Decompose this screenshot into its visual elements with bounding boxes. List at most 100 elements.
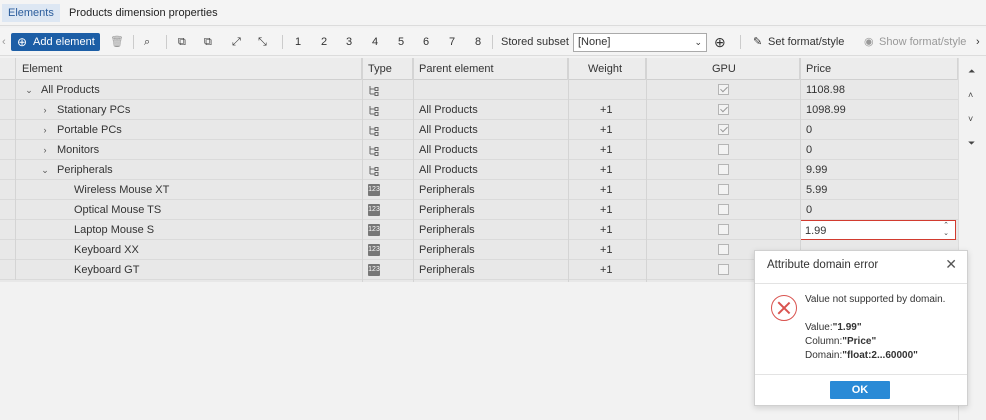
close-icon[interactable]: ✕ xyxy=(945,256,957,273)
price-cell[interactable]: 0 xyxy=(806,200,812,220)
level-1-button[interactable]: 1 xyxy=(292,28,304,56)
level-6-button[interactable]: 6 xyxy=(420,28,432,56)
element-name-cell[interactable]: Monitors xyxy=(57,140,99,160)
price-cell[interactable]: 9.99 xyxy=(806,160,827,180)
element-name-cell[interactable]: Optical Mouse TS xyxy=(74,200,161,220)
weight-cell[interactable]: +1 xyxy=(600,140,613,160)
price-cell[interactable]: 1108.98 xyxy=(806,80,845,100)
parent-element-cell[interactable]: Peripherals xyxy=(419,220,475,240)
gpu-checkbox[interactable] xyxy=(718,264,729,275)
gpu-checkbox[interactable] xyxy=(718,84,729,95)
last-row-icon[interactable]: ⏷ xyxy=(968,138,975,149)
weight-cell[interactable]: +1 xyxy=(600,260,613,280)
search-icon[interactable]: ⌕ xyxy=(144,28,150,56)
element-name-cell[interactable]: Wireless Mouse XT xyxy=(74,180,169,200)
header-gpu[interactable]: GPU xyxy=(646,58,800,80)
ok-button[interactable]: OK xyxy=(830,381,890,399)
weight-cell[interactable]: +1 xyxy=(600,200,613,220)
first-row-icon[interactable]: ⏶ xyxy=(968,66,975,77)
table-row[interactable]: ⌄ Peripherals All Products +1 9.99 xyxy=(0,160,958,180)
weight-cell[interactable]: +1 xyxy=(600,100,613,120)
add-element-button[interactable]: ⊕ Add element xyxy=(11,33,100,51)
parent-element-cell[interactable]: Peripherals xyxy=(419,180,475,200)
gpu-checkbox[interactable] xyxy=(718,224,729,235)
weight-cell[interactable]: +1 xyxy=(600,220,613,240)
row-index-cell[interactable] xyxy=(0,220,16,240)
header-weight[interactable]: Weight xyxy=(568,58,646,80)
level-5-button[interactable]: 5 xyxy=(395,28,407,56)
table-row[interactable]: › Monitors All Products +1 0 xyxy=(0,140,958,160)
expand-all-icon[interactable]: ⤢ xyxy=(232,28,241,56)
price-cell[interactable]: 0 xyxy=(806,120,812,140)
header-price[interactable]: Price xyxy=(800,58,958,80)
table-row[interactable]: › Stationary PCs All Products +1 1098.99 xyxy=(0,100,958,120)
element-name-cell[interactable]: Peripherals xyxy=(57,160,113,180)
parent-element-cell[interactable]: All Products xyxy=(419,140,478,160)
level-8-button[interactable]: 8 xyxy=(472,28,484,56)
chevron-right-icon[interactable]: › xyxy=(40,120,50,140)
tab-elements[interactable]: Elements xyxy=(2,4,60,22)
table-row[interactable]: › Portable PCs All Products +1 0 xyxy=(0,120,958,140)
level-3-button[interactable]: 3 xyxy=(343,28,355,56)
delete-icon[interactable]: 🗑 xyxy=(110,28,124,56)
collapse-all-icon[interactable]: ⤡ xyxy=(258,28,267,56)
gpu-checkbox[interactable] xyxy=(718,164,729,175)
element-name-cell[interactable]: Keyboard XX xyxy=(74,240,139,260)
chevron-down-icon[interactable]: ⌄ xyxy=(40,160,50,180)
gpu-checkbox[interactable] xyxy=(718,244,729,255)
level-2-button[interactable]: 2 xyxy=(318,28,330,56)
scroll-left-icon[interactable]: ‹ xyxy=(2,28,6,56)
set-format-style-button[interactable]: Set format/style xyxy=(768,28,844,56)
parent-element-cell[interactable]: All Products xyxy=(419,100,478,120)
element-name-cell[interactable]: Keyboard GT xyxy=(74,260,139,280)
tab-products-dimension-properties[interactable]: Products dimension properties xyxy=(63,4,224,22)
header-type[interactable]: Type xyxy=(362,58,413,80)
row-index-cell[interactable] xyxy=(0,200,16,220)
price-cell[interactable]: 5.99 xyxy=(806,180,827,200)
price-cell[interactable]: 1098.99 xyxy=(806,100,846,120)
copy-icon[interactable]: ⧉ xyxy=(178,28,186,56)
row-index-cell[interactable] xyxy=(0,80,16,100)
row-index-cell[interactable] xyxy=(0,100,16,120)
level-4-button[interactable]: 4 xyxy=(369,28,381,56)
parent-element-cell[interactable]: Peripherals xyxy=(419,200,475,220)
row-index-cell[interactable] xyxy=(0,260,16,280)
weight-cell[interactable]: +1 xyxy=(600,240,613,260)
row-index-cell[interactable] xyxy=(0,160,16,180)
parent-element-cell[interactable]: All Products xyxy=(419,120,478,140)
scroll-right-icon[interactable]: › xyxy=(976,28,980,56)
row-index-cell[interactable] xyxy=(0,180,16,200)
header-element[interactable]: Element xyxy=(16,58,362,80)
weight-cell[interactable]: +1 xyxy=(600,180,613,200)
parent-element-cell[interactable]: Peripherals xyxy=(419,240,475,260)
row-index-cell[interactable] xyxy=(0,140,16,160)
table-row[interactable]: Laptop Mouse S 123 Peripherals +1 1.99 ⌃ ⌄ xyxy=(0,220,958,240)
price-cell[interactable]: 0 xyxy=(806,140,812,160)
gpu-checkbox[interactable] xyxy=(718,104,729,115)
gpu-checkbox[interactable] xyxy=(718,124,729,135)
row-index-cell[interactable] xyxy=(0,120,16,140)
weight-cell[interactable]: +1 xyxy=(600,120,613,140)
chevron-down-icon[interactable]: ⌄ xyxy=(24,80,34,100)
gpu-checkbox[interactable] xyxy=(718,184,729,195)
next-row-icon[interactable]: ˅ xyxy=(968,114,973,124)
chevron-right-icon[interactable]: › xyxy=(40,140,50,160)
parent-element-cell[interactable]: Peripherals xyxy=(419,260,475,280)
gpu-checkbox[interactable] xyxy=(718,144,729,155)
gpu-checkbox[interactable] xyxy=(718,204,729,215)
table-row[interactable]: ⌄ All Products 1108.98 xyxy=(0,80,958,100)
price-edit-input[interactable]: 1.99 ⌃ ⌄ xyxy=(800,220,956,240)
level-7-button[interactable]: 7 xyxy=(446,28,458,56)
add-subset-icon[interactable]: ⊕ xyxy=(714,28,726,56)
paste-icon[interactable]: ⧉ xyxy=(204,28,212,56)
previous-row-icon[interactable]: ˄ xyxy=(968,90,973,100)
chevron-right-icon[interactable]: › xyxy=(40,100,50,120)
element-name-cell[interactable]: Portable PCs xyxy=(57,120,122,140)
element-name-cell[interactable]: All Products xyxy=(41,80,100,100)
parent-element-cell[interactable]: All Products xyxy=(419,160,478,180)
weight-cell[interactable]: +1 xyxy=(600,160,613,180)
spinner-icon[interactable]: ⌃ ⌄ xyxy=(943,222,949,238)
header-parent-element[interactable]: Parent element xyxy=(413,58,568,80)
table-row[interactable]: Wireless Mouse XT 123 Peripherals +1 5.99 xyxy=(0,180,958,200)
show-format-style-button[interactable]: Show format/style xyxy=(879,28,966,56)
